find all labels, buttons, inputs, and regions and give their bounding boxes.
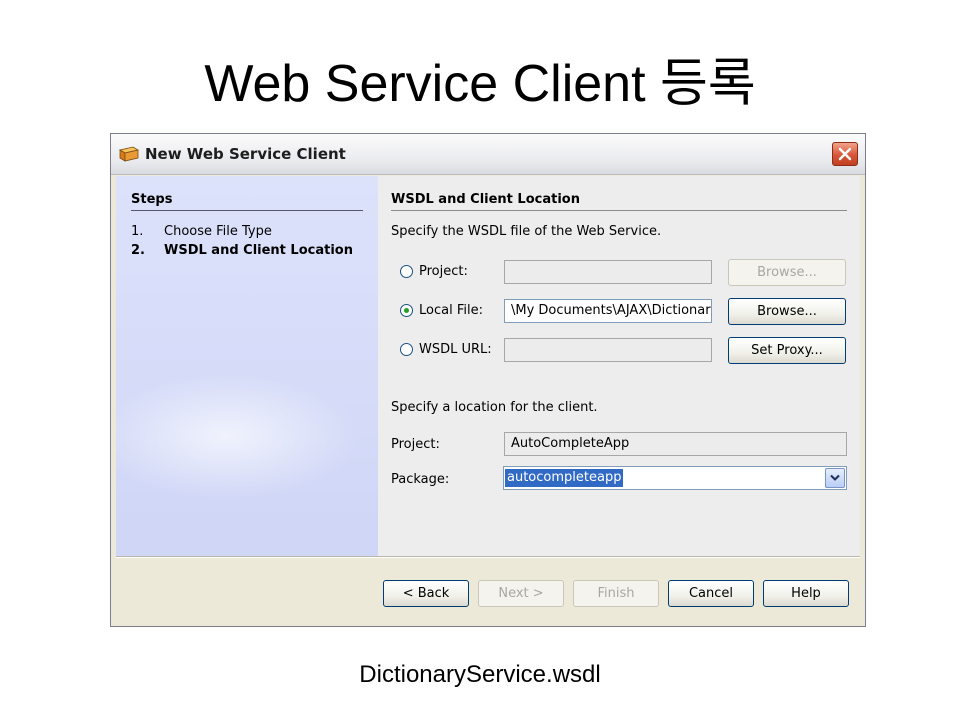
- content-panel: WSDL and Client Location Specify the WSD…: [378, 176, 860, 556]
- package-dropdown-button[interactable]: [825, 468, 845, 488]
- app-icon: [119, 146, 139, 162]
- local-file-browse-button[interactable]: Browse...: [728, 298, 846, 325]
- step-item-wsdl-and-client-location: 2. WSDL and Client Location: [131, 243, 353, 258]
- steps-divider: [131, 210, 363, 211]
- dialog-title: New Web Service Client: [145, 145, 346, 163]
- section-title: WSDL and Client Location: [391, 192, 580, 207]
- section-divider: [391, 210, 847, 211]
- local-file-radio[interactable]: [400, 304, 413, 317]
- steps-panel: Steps 1. Choose File Type 2. WSDL and Clie…: [116, 176, 378, 556]
- step-number: 2.: [131, 243, 145, 258]
- set-proxy-button[interactable]: Set Proxy...: [728, 337, 846, 364]
- steps-title: Steps: [131, 192, 173, 207]
- package-label: Package:: [391, 472, 450, 487]
- wsdl-prompt: Specify the WSDL file of the Web Service…: [391, 224, 662, 239]
- project-radio[interactable]: [400, 265, 413, 278]
- local-file-radio-label: Local File:: [419, 303, 483, 318]
- package-select-value: autocompleteapp: [505, 469, 624, 487]
- dialog-titlebar[interactable]: New Web Service Client: [111, 134, 865, 175]
- package-select[interactable]: autocompleteapp: [503, 466, 847, 490]
- slide-caption: DictionaryService.wsdl: [359, 661, 601, 688]
- wsdl-url-field[interactable]: [504, 338, 712, 362]
- project-browse-button[interactable]: Browse...: [728, 259, 846, 286]
- step-number: 1.: [131, 224, 144, 239]
- next-button[interactable]: Next >: [478, 580, 564, 607]
- close-button[interactable]: [832, 142, 858, 166]
- finish-button[interactable]: Finish: [573, 580, 659, 607]
- slide-title: Web Service Client 등록: [204, 55, 756, 113]
- step-label: Choose File Type: [164, 224, 272, 239]
- wsdl-url-radio[interactable]: [400, 343, 413, 356]
- client-project-label: Project:: [391, 437, 440, 452]
- local-file-field[interactable]: \My Documents\AJAX\Dictionar: [504, 299, 712, 323]
- project-radio-label: Project:: [419, 264, 468, 279]
- close-icon: [838, 147, 852, 161]
- wsdl-url-radio-label: WSDL URL:: [419, 342, 492, 357]
- step-item-choose-file-type: 1. Choose File Type: [131, 224, 272, 239]
- help-button[interactable]: Help: [763, 580, 849, 607]
- cancel-button[interactable]: Cancel: [668, 580, 754, 607]
- step-label: WSDL and Client Location: [164, 243, 353, 258]
- chevron-down-icon: [830, 474, 840, 481]
- footer-divider-highlight: [116, 557, 860, 558]
- back-button[interactable]: < Back: [383, 580, 469, 607]
- location-prompt: Specify a location for the client.: [391, 400, 598, 415]
- project-field[interactable]: [504, 260, 712, 284]
- new-web-service-client-dialog: New Web Service Client Steps 1. Choose Fi…: [110, 133, 866, 627]
- client-project-field: AutoCompleteApp: [504, 432, 847, 456]
